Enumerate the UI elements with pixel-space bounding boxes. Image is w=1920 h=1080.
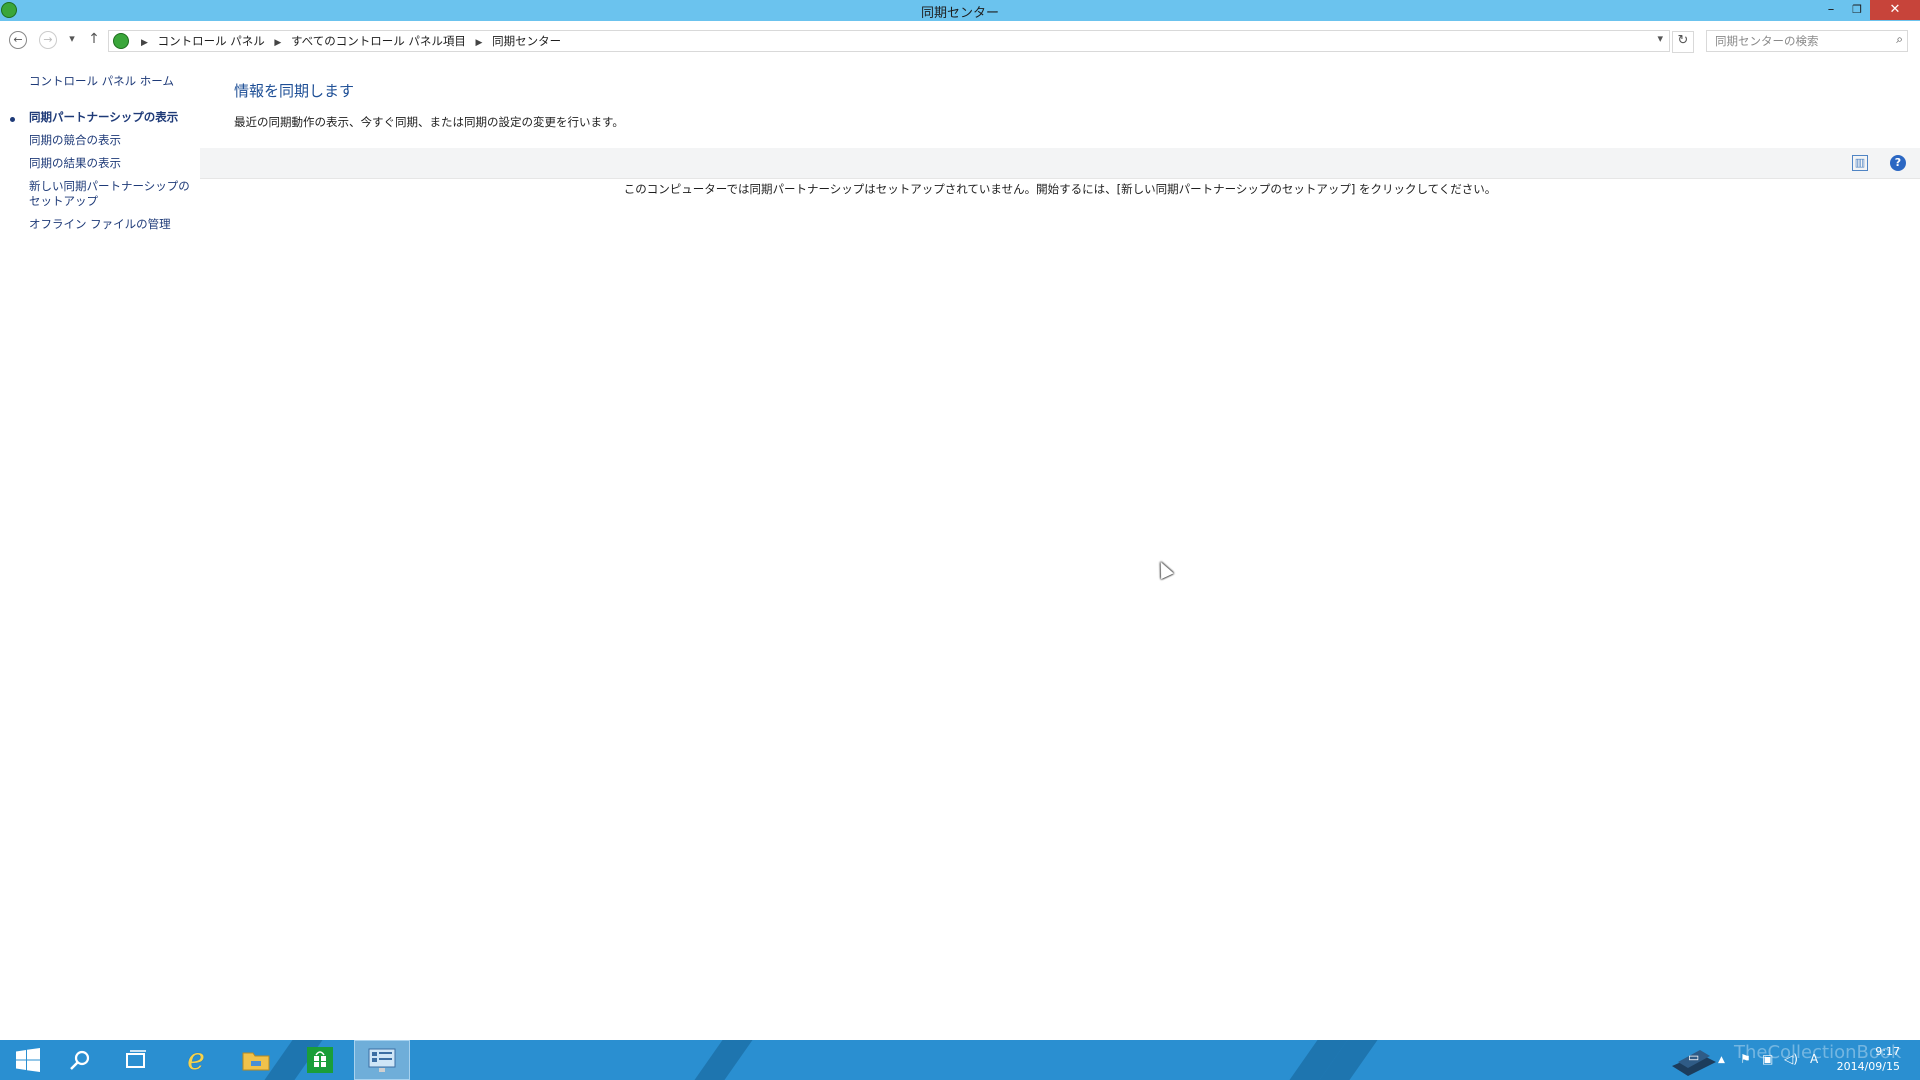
sidebar-item-view-results[interactable]: 同期の結果の表示: [29, 156, 194, 171]
breadcrumb-separator-icon[interactable]: ▶: [274, 38, 281, 48]
sync-center-icon: [113, 33, 129, 49]
control-panel-icon: [368, 1048, 396, 1072]
help-icon[interactable]: ?: [1890, 155, 1906, 171]
title-bar: 同期センター – ❐ ✕: [0, 0, 1920, 21]
store-button[interactable]: [292, 1040, 348, 1080]
mouse-cursor-icon: [1154, 558, 1174, 580]
breadcrumb-separator-icon[interactable]: ▶: [476, 38, 483, 48]
task-view-button[interactable]: [108, 1040, 164, 1080]
start-icon: [16, 1048, 40, 1072]
control-panel-home-link[interactable]: コントロール パネル ホーム: [29, 73, 174, 89]
address-dropdown-icon[interactable]: ▾: [1657, 32, 1663, 45]
file-explorer-icon: [242, 1052, 270, 1071]
internet-explorer-button[interactable]: e: [168, 1040, 224, 1080]
empty-state-message: このコンピューターでは同期パートナーシップはセットアップされていません。開始する…: [623, 182, 1497, 196]
back-button[interactable]: ←: [9, 31, 27, 49]
taskbar-decoration: [680, 1040, 760, 1080]
up-button[interactable]: ↑: [84, 30, 104, 50]
breadcrumb-control-panel[interactable]: コントロール パネル: [158, 34, 265, 48]
start-button[interactable]: [0, 1040, 56, 1080]
minimize-button[interactable]: –: [1818, 0, 1844, 20]
sidebar-item-manage-offline-files[interactable]: オフライン ファイルの管理: [29, 217, 194, 232]
close-button[interactable]: ✕: [1870, 0, 1920, 20]
navigation-bar: ← → ▾ ↑ ▶ コントロール パネル ▶ すべてのコントロール パネル項目 …: [0, 21, 1920, 59]
action-center-icon[interactable]: ▭: [1688, 1050, 1699, 1064]
breadcrumb-sync-center[interactable]: 同期センター: [492, 34, 561, 48]
forward-button[interactable]: →: [39, 31, 57, 49]
active-bullet-icon: [10, 117, 15, 122]
show-hidden-icons-icon[interactable]: ▲: [1718, 1055, 1725, 1065]
search-input[interactable]: [1713, 31, 1887, 51]
sidebar-item-view-conflicts[interactable]: 同期の競合の表示: [29, 133, 194, 148]
page-title: 情報を同期します: [234, 82, 355, 100]
change-view-icon[interactable]: ▥: [1852, 155, 1868, 171]
control-panel-taskbar-button[interactable]: [354, 1040, 410, 1080]
page-description: 最近の同期動作の表示、今すぐ同期、または同期の設定の変更を行います。: [234, 115, 624, 129]
restore-button[interactable]: ❐: [1844, 0, 1870, 20]
window-title: 同期センター: [920, 6, 999, 21]
taskbar: e ▭ ▲ ⚑ ▣ ◁) A 9:17 2014/09/15: [0, 1040, 1920, 1080]
breadcrumb-separator-icon: ▶: [141, 38, 148, 48]
breadcrumb-all-items[interactable]: すべてのコントロール パネル項目: [291, 34, 466, 48]
search-taskbar-button[interactable]: [52, 1040, 108, 1080]
address-bar[interactable]: ▶ コントロール パネル ▶ すべてのコントロール パネル項目 ▶ 同期センター…: [108, 30, 1670, 52]
search-icon[interactable]: ⌕: [1896, 32, 1903, 47]
watermark-text: TheCollectionBook: [1734, 1042, 1902, 1063]
refresh-button[interactable]: ↻: [1672, 31, 1694, 53]
search-box[interactable]: ⌕: [1706, 30, 1908, 52]
sidebar-item-view-partnerships[interactable]: 同期パートナーシップの表示: [29, 110, 194, 125]
search-icon: [70, 1050, 90, 1070]
breadcrumb: ▶ コントロール パネル ▶ すべてのコントロール パネル項目 ▶ 同期センター: [135, 33, 561, 49]
file-explorer-button[interactable]: [228, 1040, 284, 1080]
store-icon: [307, 1047, 333, 1073]
recent-locations-button[interactable]: ▾: [62, 30, 82, 50]
sidebar-item-setup-partnership[interactable]: 新しい同期パートナーシップのセットアップ: [29, 179, 194, 209]
task-view-icon: [126, 1050, 146, 1068]
command-bar: ▥ ?: [200, 148, 1920, 179]
internet-explorer-icon: e: [187, 1042, 205, 1077]
